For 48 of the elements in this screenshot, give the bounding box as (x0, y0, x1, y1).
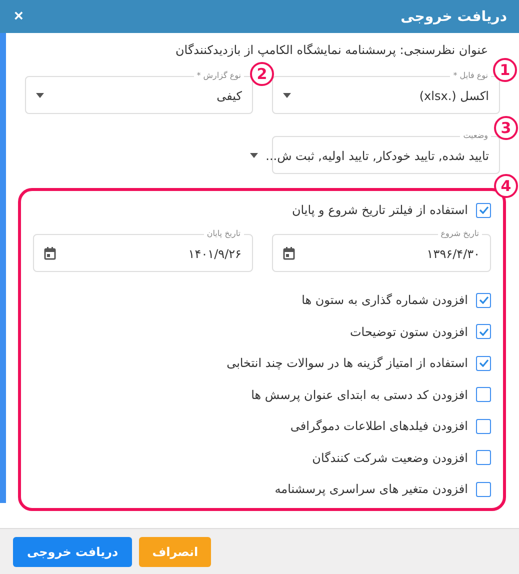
dropdown-arrow-icon (36, 93, 44, 98)
checkbox-option[interactable]: افزودن وضعیت شرکت کنندگان (33, 446, 491, 468)
checkbox-option[interactable]: استفاده از فیلتر تاریخ شروع و پایان (33, 199, 491, 221)
survey-title: عنوان نظرسنجی: پرسشنامه نمایشگاه الکامپ از بازدیدکنندگان (174, 43, 488, 57)
calendar-icon (44, 247, 56, 260)
check-icon (478, 328, 488, 336)
number-marker: 2 (250, 62, 274, 86)
field-value: کیفی (216, 88, 242, 102)
select-field[interactable]: نوع گزارش * کیفی (25, 70, 253, 114)
checkbox[interactable] (476, 450, 491, 465)
dialog-title: دریافت خروجی (400, 8, 507, 24)
dropdown-arrow-icon (250, 153, 258, 158)
select-field[interactable]: نوع فایل * اکسل (.xlsx) (272, 70, 500, 114)
number-marker: 3 (494, 116, 518, 140)
date-field[interactable]: تاریخ پایان ۱۴۰۱/۹/۲۶ (33, 228, 252, 272)
date-field[interactable]: تاریخ شروع ۱۳۹۶/۴/۳۰ (272, 228, 491, 272)
close-button[interactable]: × (14, 8, 24, 26)
checkbox[interactable] (476, 387, 491, 402)
checkbox-option[interactable]: افزودن فیلدهای اطلاعات دموگرافی (33, 415, 491, 437)
checkbox[interactable] (476, 482, 491, 496)
field-label: وضعیت (462, 130, 489, 142)
export-button[interactable]: دریافت خروجی (13, 536, 132, 566)
field-label: تاریخ شروع (440, 228, 480, 240)
checkbox[interactable] (476, 202, 491, 218)
checkbox-option[interactable]: استفاده از امتیاز گزینه ها در سوالات چند انتخابی (33, 352, 491, 374)
checkbox[interactable] (476, 324, 491, 339)
checkbox-option[interactable]: افزودن شماره گذاری به ستون ها (33, 289, 491, 311)
checkbox-option[interactable]: افزودن ستون توضیحات (33, 320, 491, 342)
scrollbar-thumb[interactable] (0, 33, 6, 503)
number-marker: 4 (494, 174, 518, 198)
check-icon (478, 359, 488, 367)
dropdown-arrow-icon (283, 93, 291, 98)
check-icon (478, 296, 488, 304)
check-icon (478, 206, 488, 214)
field-label: تاریخ پایان (206, 228, 242, 240)
field-value: ۱۴۰۱/۹/۲۶ (187, 246, 242, 260)
field-value: ۱۳۹۶/۴/۳۰ (426, 246, 480, 260)
checkbox-option[interactable]: افزودن کد دستی به ابتدای عنوان پرسش ها (33, 384, 491, 406)
field-label: نوع گزارش * (196, 70, 242, 82)
calendar-icon (282, 247, 294, 260)
checkbox[interactable] (476, 356, 491, 370)
checkbox[interactable] (476, 418, 491, 434)
number-marker: 1 (493, 58, 517, 82)
checkbox-option[interactable]: افزودن متغیر های سراسری پرسشنامه (33, 478, 491, 500)
checkbox[interactable] (476, 292, 491, 308)
field-label: نوع فایل * (452, 70, 489, 82)
field-value: تایید شده, تایید خودکار, تایید اولیه, ثبت ش... (266, 148, 489, 162)
field-value: اکسل (.xlsx) (418, 88, 489, 102)
